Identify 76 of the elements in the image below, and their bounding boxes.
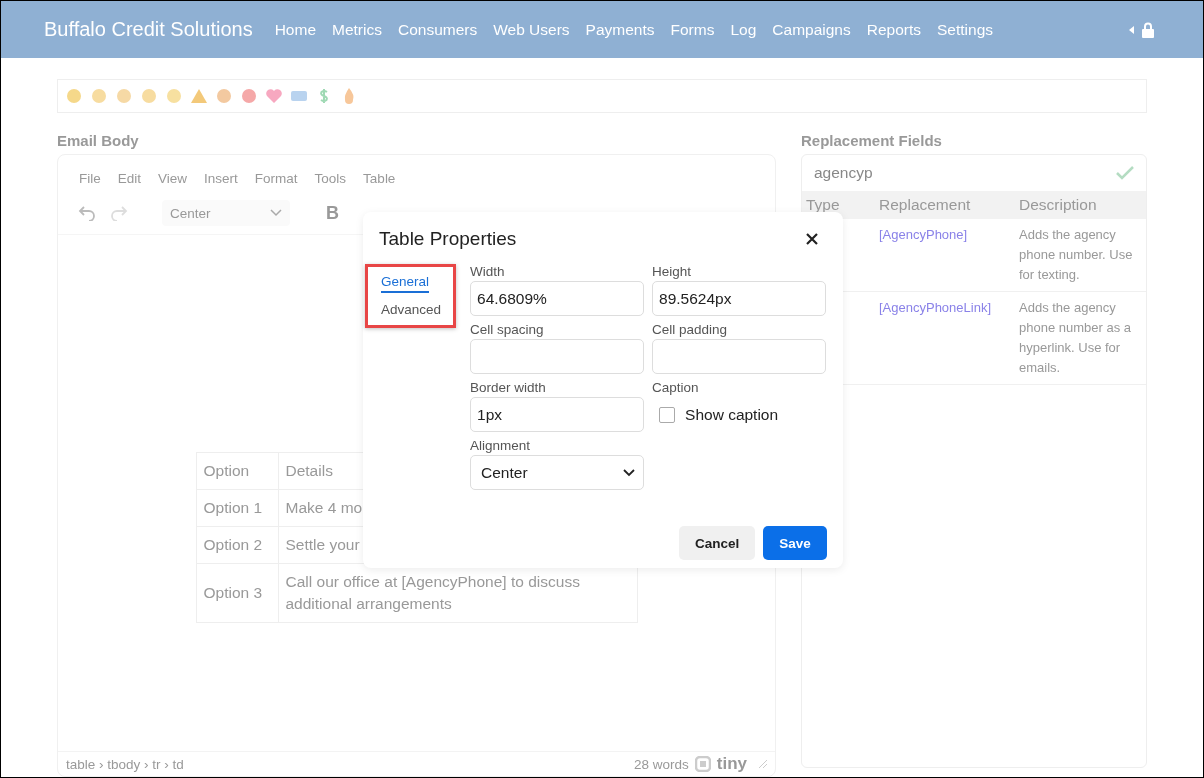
dialog-title: Table Properties	[379, 228, 517, 250]
bold-button[interactable]: B	[326, 202, 339, 224]
nav-link[interactable]: Payments	[585, 20, 655, 39]
brand-title[interactable]: Buffalo Credit Solutions	[44, 18, 253, 41]
menu-item[interactable]: Edit	[117, 171, 142, 186]
emoji-icon[interactable]	[90, 87, 108, 105]
description-text: Adds the agency phone number as a hyperlink. Use for emails.	[1018, 299, 1133, 377]
format-dropdown[interactable]: Center	[162, 200, 290, 226]
menu-item[interactable]: Insert	[204, 171, 238, 186]
checkbox-label[interactable]: Show caption	[685, 405, 779, 424]
nav-link[interactable]: Forms	[670, 20, 715, 39]
replacement-link[interactable]: [AgencyPhoneLink]	[875, 298, 1015, 378]
text-field[interactable]	[470, 339, 645, 374]
lock-icon[interactable]	[1142, 21, 1154, 38]
nav-link[interactable]: Log	[730, 20, 757, 39]
alignment-dropdown[interactable]: Center	[470, 455, 645, 490]
table-cell: Option 2	[196, 526, 278, 564]
save-button[interactable]: Save	[763, 526, 827, 560]
word-count: 28 words	[634, 756, 689, 772]
check-icon	[1116, 166, 1134, 180]
close-icon[interactable]	[805, 232, 819, 246]
menu-item[interactable]: Format	[254, 171, 298, 186]
field-label: Height	[652, 264, 693, 279]
nav-link[interactable]: Campaigns	[772, 20, 851, 39]
emoji-icon[interactable]	[165, 87, 183, 105]
section-label: Replacement Fields	[801, 132, 943, 149]
field-label: Cell spacing	[470, 322, 545, 337]
element-path: table › tbody › tr › td	[66, 756, 184, 772]
emoji-icon[interactable]	[140, 87, 158, 105]
section-label: Email Body	[57, 132, 140, 149]
field-label: Caption	[652, 380, 700, 395]
menu-item[interactable]: View	[158, 171, 188, 186]
field-label: Border width	[470, 380, 547, 395]
emoji-icon[interactable]	[240, 87, 258, 105]
dialog-tab[interactable]: General	[381, 274, 430, 293]
nav-link[interactable]: Settings	[937, 20, 993, 39]
column-header: Replacement	[878, 196, 972, 214]
nav-link[interactable]: Web Users	[493, 20, 570, 39]
text-field[interactable]: 1px	[470, 397, 645, 432]
logo-icon	[694, 756, 711, 772]
dialog-tab[interactable]: Advanced	[381, 302, 442, 319]
nav-link[interactable]: Home	[274, 20, 316, 39]
menu-item[interactable]: Table	[363, 171, 396, 186]
text-field[interactable]: 89.5624px	[652, 281, 827, 316]
checkbox[interactable]	[659, 406, 676, 423]
table-cell: Option 3	[196, 563, 278, 623]
field-label: Alignment	[470, 438, 532, 453]
search-field[interactable]: agencyp	[802, 155, 1146, 191]
caret-icon[interactable]	[1129, 25, 1134, 34]
table-cell: Option	[196, 452, 278, 490]
table-cell: Option 1	[196, 489, 278, 527]
text-field[interactable]	[652, 339, 827, 374]
replacement-link[interactable]: [AgencyPhone]	[875, 225, 1015, 285]
cancel-button[interactable]: Cancel	[679, 526, 755, 560]
chevron-down-icon	[623, 468, 636, 477]
resize-handle-icon[interactable]	[759, 760, 767, 768]
emoji-icon[interactable]	[65, 87, 83, 105]
emoji-icon[interactable]	[215, 87, 233, 105]
description-text: Adds the agency phone number. Use for texting.	[1018, 226, 1134, 284]
column-header: Description	[1018, 196, 1098, 214]
chevron-down-icon	[270, 209, 282, 217]
emoji-icon[interactable]	[115, 87, 133, 105]
field-label: Cell padding	[652, 322, 729, 337]
nav-link[interactable]: Reports	[866, 20, 921, 39]
undo-icon[interactable]	[78, 205, 96, 221]
nav-link[interactable]: Metrics	[332, 20, 382, 39]
emoji-icon[interactable]	[190, 87, 208, 105]
menu-item[interactable]: Tools	[314, 171, 347, 186]
brand-logo-text: tiny	[716, 754, 747, 774]
nav-link[interactable]: Consumers	[397, 20, 478, 39]
menu-item[interactable]: File	[79, 171, 101, 186]
field-label: Width	[470, 264, 506, 279]
emoji-icon[interactable]	[265, 87, 283, 105]
text-field[interactable]: 64.6809%	[470, 281, 645, 316]
column-header: Type	[805, 196, 841, 214]
redo-icon[interactable]	[110, 205, 128, 221]
